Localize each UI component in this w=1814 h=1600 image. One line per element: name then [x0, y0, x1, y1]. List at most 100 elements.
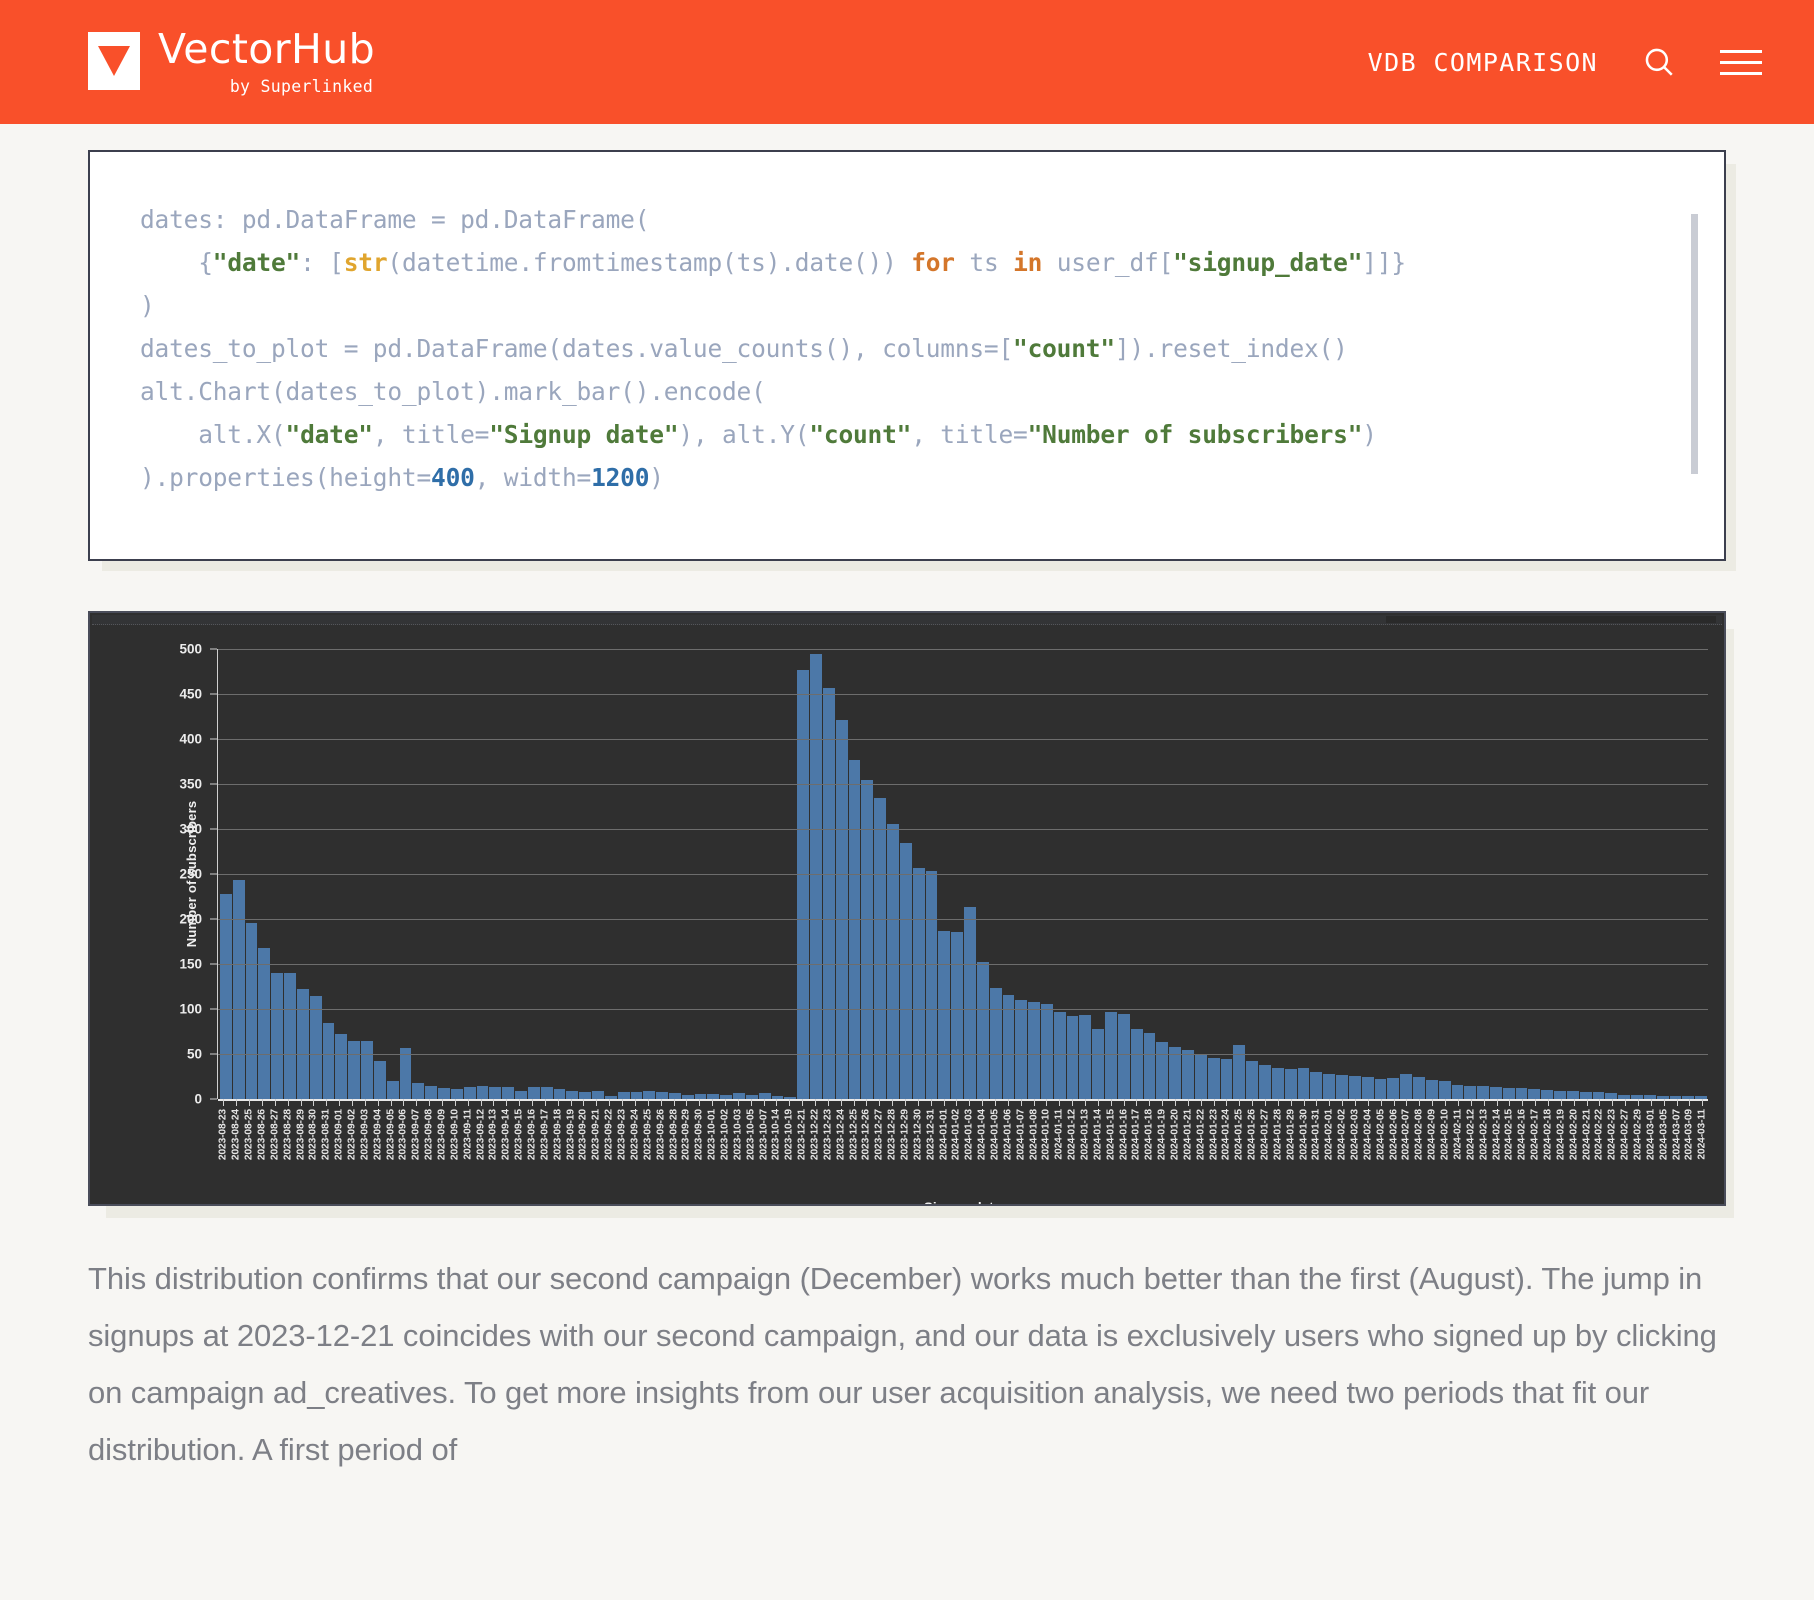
- bar[interactable]: [258, 947, 272, 1099]
- bar[interactable]: [822, 687, 836, 1099]
- bar[interactable]: [450, 1089, 464, 1099]
- bar[interactable]: [1310, 1072, 1324, 1099]
- code-scrollbar[interactable]: [1691, 214, 1698, 474]
- bar[interactable]: [925, 871, 939, 1099]
- bar[interactable]: [951, 931, 965, 1099]
- bar[interactable]: [527, 1087, 541, 1099]
- search-icon[interactable]: [1642, 45, 1676, 79]
- bar[interactable]: [579, 1091, 593, 1099]
- bar[interactable]: [1130, 1028, 1144, 1099]
- bar[interactable]: [309, 996, 323, 1099]
- bar[interactable]: [1259, 1064, 1272, 1099]
- bar[interactable]: [489, 1087, 503, 1099]
- bar[interactable]: [232, 880, 246, 1099]
- bar[interactable]: [1207, 1057, 1221, 1099]
- bar[interactable]: [1464, 1085, 1478, 1099]
- bar[interactable]: [1566, 1090, 1580, 1099]
- bar[interactable]: [1515, 1088, 1529, 1099]
- bar[interactable]: [1477, 1086, 1490, 1099]
- bar[interactable]: [887, 823, 900, 1099]
- bar[interactable]: [284, 973, 297, 1099]
- bar[interactable]: [425, 1086, 439, 1099]
- bar[interactable]: [592, 1090, 605, 1099]
- signup-date-bar-chart[interactable]: Number of subscribers 0 50 100 150 200 250 300…: [88, 611, 1726, 1206]
- brand-logo[interactable]: VectorHub by Superlinked: [88, 28, 375, 96]
- bar[interactable]: [1361, 1076, 1375, 1099]
- bar[interactable]: [1053, 1011, 1067, 1099]
- bar[interactable]: [438, 1088, 451, 1099]
- bar[interactable]: [643, 1090, 657, 1099]
- bar[interactable]: [1579, 1091, 1593, 1099]
- bar[interactable]: [361, 1041, 374, 1099]
- bar[interactable]: [1028, 1001, 1041, 1099]
- bar[interactable]: [1554, 1090, 1567, 1099]
- hamburger-menu-icon[interactable]: [1720, 49, 1762, 75]
- bar[interactable]: [1284, 1069, 1298, 1099]
- bar[interactable]: [1387, 1078, 1401, 1099]
- bar[interactable]: [476, 1086, 490, 1099]
- bar[interactable]: [271, 973, 285, 1099]
- bar[interactable]: [1413, 1077, 1426, 1099]
- bar[interactable]: [912, 867, 926, 1099]
- bar[interactable]: [1092, 1028, 1106, 1099]
- bar[interactable]: [1297, 1068, 1311, 1099]
- nav-link-vdb-comparison[interactable]: VDB COMPARISON: [1368, 48, 1598, 77]
- bar[interactable]: [1438, 1081, 1452, 1099]
- bar[interactable]: [848, 759, 862, 1099]
- bar[interactable]: [1105, 1011, 1118, 1099]
- bar[interactable]: [1323, 1073, 1337, 1099]
- bar[interactable]: [976, 962, 990, 1099]
- bar[interactable]: [656, 1091, 669, 1099]
- bar[interactable]: [245, 922, 259, 1099]
- bar[interactable]: [1271, 1067, 1285, 1099]
- bar[interactable]: [335, 1034, 349, 1099]
- bar[interactable]: [348, 1041, 362, 1099]
- bar[interactable]: [1041, 1003, 1054, 1099]
- bar[interactable]: [463, 1087, 477, 1099]
- bar[interactable]: [1541, 1090, 1555, 1099]
- bar[interactable]: [1182, 1049, 1195, 1099]
- bar[interactable]: [1528, 1089, 1542, 1099]
- bar[interactable]: [835, 720, 849, 1099]
- bar[interactable]: [989, 988, 1003, 1099]
- bar[interactable]: [1117, 1013, 1131, 1099]
- bar[interactable]: [386, 1081, 400, 1099]
- bar[interactable]: [502, 1087, 516, 1099]
- bar[interactable]: [1400, 1073, 1414, 1099]
- bar[interactable]: [797, 669, 811, 1099]
- bar[interactable]: [566, 1090, 580, 1099]
- bar[interactable]: [1348, 1075, 1362, 1099]
- bar[interactable]: [1336, 1074, 1349, 1099]
- bar[interactable]: [938, 930, 952, 1099]
- bar[interactable]: [1194, 1054, 1208, 1099]
- bar[interactable]: [1156, 1042, 1170, 1099]
- bar[interactable]: [1220, 1059, 1234, 1099]
- bar[interactable]: [1374, 1079, 1388, 1099]
- bar[interactable]: [373, 1061, 387, 1099]
- bar[interactable]: [1143, 1033, 1157, 1099]
- bar[interactable]: [540, 1087, 554, 1099]
- bar[interactable]: [1246, 1061, 1260, 1099]
- bar[interactable]: [630, 1091, 644, 1099]
- bar[interactable]: [1015, 1000, 1029, 1099]
- bar[interactable]: [399, 1047, 413, 1099]
- bar[interactable]: [810, 653, 823, 1099]
- bar[interactable]: [1592, 1091, 1606, 1099]
- bar[interactable]: [296, 989, 310, 1099]
- bar[interactable]: [412, 1082, 426, 1099]
- bar[interactable]: [1451, 1084, 1465, 1099]
- bar[interactable]: [220, 893, 233, 1099]
- bar[interactable]: [1002, 994, 1016, 1099]
- bar[interactable]: [617, 1091, 631, 1099]
- bar[interactable]: [1066, 1016, 1080, 1099]
- bar[interactable]: [899, 843, 913, 1099]
- bar[interactable]: [515, 1090, 528, 1099]
- bar[interactable]: [1425, 1080, 1439, 1099]
- bar[interactable]: [1502, 1088, 1516, 1099]
- bar[interactable]: [964, 907, 977, 1099]
- bar[interactable]: [1489, 1087, 1503, 1099]
- bar[interactable]: [322, 1022, 336, 1099]
- bar[interactable]: [1079, 1015, 1093, 1099]
- bar[interactable]: [553, 1089, 567, 1099]
- code-block[interactable]: dates: pd.DataFrame = pd.DataFrame( {"da…: [88, 150, 1726, 561]
